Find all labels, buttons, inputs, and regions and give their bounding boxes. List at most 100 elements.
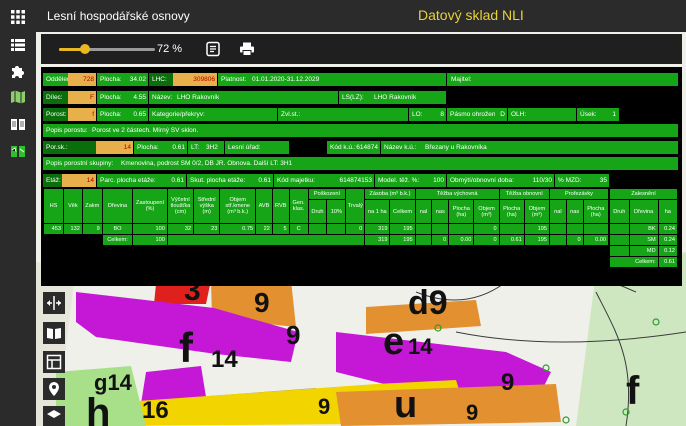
extensions-button[interactable] bbox=[7, 60, 29, 82]
cell-zakm: 9 bbox=[81, 223, 103, 235]
cell-za-ha: 0.24 bbox=[657, 234, 679, 246]
mzd-label: % MZD: bbox=[555, 174, 589, 187]
col-tezba-vychovna: Těžba výchovná bbox=[414, 188, 500, 200]
porost-label: Porost: bbox=[43, 108, 68, 121]
ls-value: LHO Rakovník bbox=[371, 91, 446, 104]
cell-pos-druh bbox=[307, 223, 328, 235]
stand-data-table: HS Věk Zakm Dřevina Zastoupení (%) Výčet… bbox=[43, 188, 610, 246]
porsk-plocha-value: 0.61 bbox=[170, 141, 187, 154]
list-button[interactable] bbox=[7, 34, 29, 56]
table-total-row: Celkem: 100 319 195 0 0.00 0 0.61 195 0 … bbox=[43, 234, 610, 246]
plocha-value: 34.02 bbox=[121, 73, 148, 86]
cell-zastoupeni: 100 bbox=[132, 223, 168, 235]
lhc-value: 309806 bbox=[173, 73, 217, 86]
nazev-ku-label: Název k.ú.: bbox=[381, 141, 419, 154]
map-button[interactable] bbox=[7, 86, 29, 108]
nazev-value: LHO Rakovník bbox=[173, 91, 338, 104]
col-drevina: Dřevina bbox=[101, 188, 134, 224]
cell-za-ha: 0.12 bbox=[657, 245, 679, 257]
nazev-ku-value: Březany u Rakovníka bbox=[419, 141, 678, 154]
cell-pr-nas bbox=[565, 223, 584, 235]
cell-trvaly: 0 bbox=[345, 223, 366, 235]
zalesneni-table: Zalesnění Druh Dřevina ha BK 0.24 SM 0.24 … bbox=[609, 188, 679, 268]
apps-button[interactable] bbox=[7, 6, 29, 28]
zal-total-label: Celkem: bbox=[609, 256, 659, 268]
cell-za-drevina: BK bbox=[628, 223, 659, 235]
cell-pos-pct bbox=[326, 223, 347, 235]
layers-button[interactable] bbox=[43, 406, 65, 426]
store-title: Datový sklad NLI bbox=[418, 7, 524, 23]
table-row: BK 0.24 bbox=[609, 223, 679, 235]
model-tez-label: Model. těž. %: bbox=[375, 174, 423, 187]
total-tv-objem: 0 bbox=[473, 234, 500, 246]
col-tv-plocha: Plocha (ha) bbox=[448, 199, 475, 224]
map-label: 9 bbox=[466, 400, 478, 425]
col-prorezavky: Prořezávky bbox=[548, 188, 610, 200]
col-vycetni: Výčetní tloušťka (cm) bbox=[166, 188, 195, 224]
ls-label: LS(LZ): bbox=[339, 91, 371, 104]
map-book-button[interactable] bbox=[7, 140, 29, 162]
open-book-icon bbox=[47, 328, 61, 339]
zoom-slider-handle[interactable] bbox=[79, 44, 90, 54]
porsk-plocha-label: Plocha: bbox=[134, 141, 170, 154]
usek-value: 1 bbox=[599, 108, 619, 121]
col-zasoba: Zásoba (m³ b.k.) bbox=[364, 188, 416, 200]
layers-icon bbox=[47, 410, 61, 418]
map-label: f bbox=[626, 369, 640, 413]
cell-drevina: BO bbox=[101, 223, 134, 235]
split-view-button[interactable] bbox=[43, 292, 65, 314]
col-poskozeni-pct: 10% bbox=[326, 199, 347, 224]
cell-za-drevina: MD bbox=[628, 245, 659, 257]
col-zalesneni: Zalesnění bbox=[609, 188, 678, 200]
col-poskozeni: Poškození bbox=[307, 188, 347, 200]
location-button[interactable] bbox=[43, 378, 65, 400]
skut-plocha-value: 0.61 bbox=[253, 174, 273, 187]
skut-plocha-label: Skut. plocha etáže: bbox=[187, 174, 253, 187]
col-vek: Věk bbox=[62, 188, 83, 224]
zoom-slider[interactable] bbox=[59, 44, 155, 54]
table-row: MD 0.12 bbox=[609, 245, 679, 257]
map-book-icon bbox=[11, 146, 25, 157]
zoom-value: 72 % bbox=[157, 43, 183, 55]
porsk-label: Por.sk.: bbox=[43, 141, 96, 154]
apps-icon bbox=[11, 10, 25, 24]
cell-stredni: 23 bbox=[193, 223, 221, 235]
olh-label: OLH: bbox=[508, 108, 576, 121]
cell-pr-nal bbox=[548, 223, 567, 235]
lt-label: LT: bbox=[188, 141, 204, 154]
col-avb: AVB bbox=[255, 188, 273, 224]
list-icon bbox=[11, 39, 25, 51]
col-gen: Gen. klas. bbox=[288, 188, 309, 224]
total-celkem: 195 bbox=[389, 234, 416, 246]
cell-gen: C bbox=[288, 223, 309, 235]
pasmo-label: Pásmo ohrožení: bbox=[447, 108, 495, 121]
col-zasoba-na1ha: na 1 ha bbox=[364, 199, 391, 224]
kod-ku-value: 614874 bbox=[356, 141, 380, 154]
cell-avb: 22 bbox=[255, 223, 273, 235]
porost-plocha-label: Plocha: bbox=[97, 108, 121, 121]
col-to-plocha: Plocha (ha) bbox=[498, 199, 525, 224]
col-pr-nas: nas bbox=[565, 199, 584, 224]
obmyti-value: 110/30 bbox=[530, 174, 554, 187]
book-button[interactable] bbox=[7, 113, 29, 135]
map-label: 9 bbox=[254, 287, 270, 318]
col-pr-nal: nal bbox=[548, 199, 567, 224]
parc-plocha-value: 0.61 bbox=[166, 174, 186, 187]
etaz-value: 14 bbox=[62, 174, 96, 187]
etaz-label: Etáž: bbox=[43, 174, 62, 187]
col-za-ha: ha bbox=[657, 199, 679, 224]
print-icon[interactable] bbox=[239, 41, 255, 57]
zvl-label: Zvl.st.: bbox=[278, 108, 408, 121]
col-trvaly: Trvalý bbox=[345, 188, 366, 224]
zal-total-ha: 0.61 bbox=[657, 256, 679, 268]
map-label: d9 bbox=[408, 284, 448, 322]
col-hs: HS bbox=[43, 188, 64, 224]
notes-icon[interactable] bbox=[205, 41, 221, 57]
total-to-plocha: 0.61 bbox=[498, 234, 525, 246]
open-book-button[interactable] bbox=[43, 322, 65, 344]
oddeleni-label: Oddělení: bbox=[43, 73, 68, 86]
col-za-drevina: Dřevina bbox=[628, 199, 659, 224]
lo-label: LO: bbox=[409, 108, 429, 121]
popis-skupiny-value: Kmenovina, podrost SM 0/2, DB JR. Obnova… bbox=[119, 157, 678, 170]
layout-button[interactable] bbox=[43, 351, 65, 373]
